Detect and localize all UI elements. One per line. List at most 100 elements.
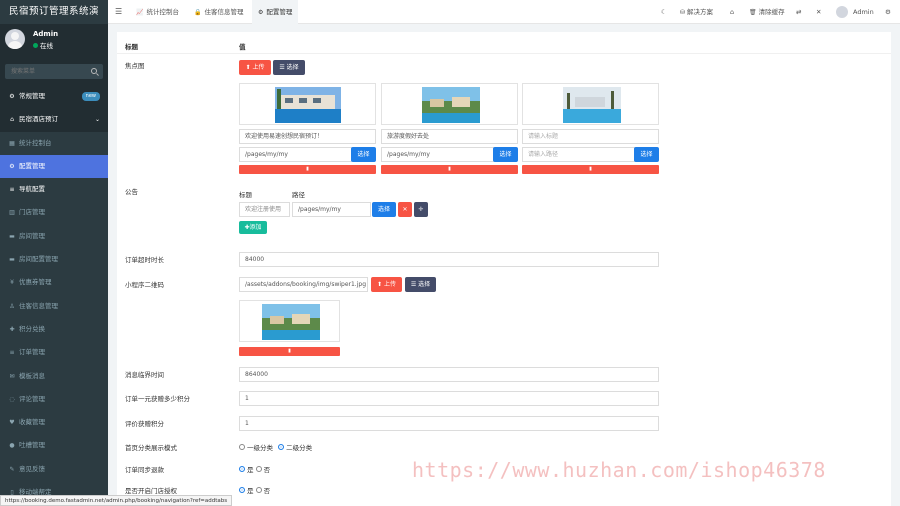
solution-button[interactable]: ⛁ 解决方案: [680, 0, 713, 24]
slide-path-input-3[interactable]: 请输入路径: [522, 147, 635, 162]
sidebar-item-points[interactable]: ✚ 积分兑换: [0, 317, 108, 342]
radio-auth-yes[interactable]: [239, 487, 245, 493]
sidebar-item-config[interactable]: ⚙ 配置管理: [0, 154, 108, 179]
choose-path-button-2[interactable]: 选择: [493, 147, 518, 162]
pool-palm-image: [563, 87, 621, 123]
sidebar-item-booking[interactable]: ⌂ 民宿酒店预订 ⌄: [0, 108, 108, 131]
slide-title-input-3[interactable]: 请输入标题: [522, 129, 659, 144]
sidebar-item-rooms[interactable]: ▬ 房间管理: [0, 224, 108, 249]
sidebar-item-feedback[interactable]: ✎ 意见反馈: [0, 457, 108, 482]
app-title[interactable]: 民宿预订管理系统演: [0, 0, 108, 24]
delete-slide-button-2[interactable]: ▮: [381, 165, 518, 174]
choose-button[interactable]: ☰ 选择: [273, 60, 305, 75]
store-auth-radios: 是 否: [239, 485, 270, 495]
search-input[interactable]: [5, 64, 85, 79]
review-points-label: 评价获赠积分: [125, 420, 164, 428]
tab-dashboard[interactable]: 📈 统计控制台: [130, 0, 185, 24]
radio-auth-no[interactable]: [255, 487, 262, 493]
comment-icon: ◌: [9, 395, 15, 403]
chart-icon: ▦: [9, 139, 15, 147]
user-status: 在线: [33, 40, 53, 50]
list-icon: ≡: [9, 349, 15, 357]
slide-image-1: [239, 83, 376, 125]
choose-path-button-3[interactable]: 选择: [634, 147, 659, 162]
notice-choose-button[interactable]: 选择: [372, 202, 396, 217]
trash-icon: 🗑: [749, 9, 757, 16]
sidebar-item-guests[interactable]: ♙ 住客信息管理: [0, 294, 108, 318]
delete-slide-button-1[interactable]: ▮: [239, 165, 376, 174]
radio-category-1[interactable]: [239, 444, 245, 450]
notice-move-button[interactable]: ✛: [414, 202, 428, 217]
qrcode-path-input[interactable]: /assets/addons/booking/img/swiper1.jpg: [239, 277, 368, 292]
focus-label: 焦点图: [125, 62, 145, 70]
trash-icon: ▮: [306, 166, 309, 172]
hotel-pool-image: [275, 87, 341, 123]
delete-slide-button-3[interactable]: ▮: [522, 165, 659, 174]
fullscreen-icon[interactable]: ✕: [816, 0, 821, 24]
slide-title-input-2[interactable]: 旅游度假好去处: [381, 129, 518, 144]
radio-category-2[interactable]: [278, 444, 285, 450]
slide-title-input-1[interactable]: 欢迎使用易速创想民宿预订！: [239, 129, 376, 144]
notice-col-path: 路径: [292, 191, 305, 199]
trash-icon: ▮: [288, 348, 291, 354]
upload-button[interactable]: ⬆ 上传: [239, 60, 271, 75]
qrcode-choose-button[interactable]: ☰ 选择: [405, 277, 436, 292]
topbar-admin[interactable]: Admin: [853, 0, 874, 24]
sidebar-item-comments[interactable]: ◌ 评论管理: [0, 387, 108, 412]
topbar-avatar[interactable]: [836, 6, 848, 18]
sidebar-item-navigation[interactable]: ≡ 导航配置: [0, 178, 108, 202]
notice-col-title: 标题: [239, 191, 252, 199]
resort-image: [262, 304, 320, 340]
sidebar-item-favorites[interactable]: ♥ 收藏管理: [0, 411, 108, 435]
timeout-label: 订单超时时长: [125, 256, 164, 264]
arrows-icon: ✛: [418, 206, 424, 213]
slide-path-input-2[interactable]: /pages/my/my: [381, 147, 494, 162]
chevron-down-icon: ⌄: [94, 116, 100, 124]
notice-remove-button[interactable]: ✕: [398, 202, 412, 217]
notice-title-input[interactable]: 欢迎注册使用: [239, 202, 290, 217]
theme-moon-icon[interactable]: ☾: [661, 0, 667, 24]
qrcode-upload-button[interactable]: ⬆ 上传: [371, 277, 402, 292]
slide-path-input-1[interactable]: /pages/my/my: [239, 147, 352, 162]
menu-toggle-icon[interactable]: ☰: [115, 7, 122, 16]
lock-icon: 🔒: [194, 9, 202, 16]
online-dot-icon: [33, 43, 38, 48]
category-mode-radios: 一级分类 二级分类: [239, 442, 312, 452]
review-points-input[interactable]: 1: [239, 416, 659, 431]
notice-path-input[interactable]: /pages/my/my: [292, 202, 371, 217]
sidebar-item-dashboard[interactable]: ▦ 统计控制台: [0, 131, 108, 155]
clear-cache-button[interactable]: 🗑 清除缓存: [749, 0, 785, 24]
timeout-input[interactable]: 84000: [239, 252, 659, 267]
gear-icon: ⚙: [258, 9, 264, 16]
sidebar-item-stores[interactable]: ▥ 门店管理: [0, 201, 108, 225]
gift-icon: ✚: [9, 325, 15, 333]
tab-config[interactable]: ⚙ 配置管理: [252, 0, 299, 24]
qrcode-delete-button[interactable]: ▮: [239, 347, 340, 356]
bed-icon: ▬: [9, 256, 15, 264]
user-lock-icon: ♙: [9, 302, 15, 310]
sidebar-item-coupons[interactable]: ¥ 优惠券管理: [0, 271, 108, 295]
points-per-yuan-input[interactable]: 1: [239, 391, 659, 406]
sidebar-item-general[interactable]: ⚙ 常规管理 new: [0, 85, 108, 108]
sidebar-item-complaints[interactable]: ● 吐槽管理: [0, 434, 108, 458]
choose-path-button-1[interactable]: 选择: [351, 147, 376, 162]
translate-icon[interactable]: ⇄: [796, 0, 801, 24]
sidebar-item-room-config[interactable]: ▬ 房间配置管理: [0, 248, 108, 272]
home-icon[interactable]: ⌂: [730, 0, 734, 24]
config-panel: 标题 值 焦点图 ⬆ 上传 ☰ 选择 欢迎使用易速创想民宿预订！ /pages/…: [117, 32, 891, 506]
gear-icon: ⚙: [9, 162, 15, 170]
slide-image-2: [381, 83, 518, 125]
sidebar-item-orders[interactable]: ≡ 订单管理: [0, 341, 108, 365]
radio-refund-yes[interactable]: [239, 466, 245, 472]
settings-gears-icon[interactable]: ⚙: [885, 0, 891, 24]
notice-add-button[interactable]: ✚添加: [239, 221, 267, 234]
msg-time-input[interactable]: 864000: [239, 367, 659, 382]
trash-icon: ▮: [589, 166, 592, 172]
qrcode-image: [239, 300, 340, 342]
search-icon[interactable]: [91, 68, 97, 74]
radio-refund-no[interactable]: [255, 466, 262, 472]
sidebar-item-templates[interactable]: ✉ 模板消息: [0, 364, 108, 388]
building-icon: ▥: [9, 209, 15, 217]
user-name: Admin: [33, 30, 59, 38]
tab-guests[interactable]: 🔒 住客信息管理: [188, 0, 249, 24]
